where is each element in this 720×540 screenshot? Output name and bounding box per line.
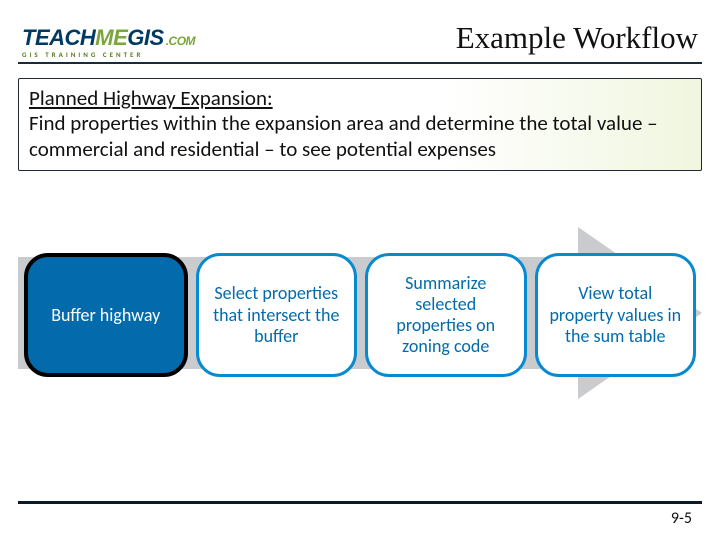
panel-body: Find properties within the expansion are…: [29, 111, 691, 162]
step-label: Select properties that intersect the buf…: [207, 283, 347, 347]
step-label: Summarize selected properties on zoning …: [376, 273, 516, 358]
logo-com: .COM: [164, 34, 195, 48]
slide-header: TEACHMEGIS.COM GIS TRAINING CENTER Examp…: [0, 0, 720, 58]
footer-divider: [18, 501, 702, 504]
panel-heading: Planned Highway Expansion:: [29, 85, 691, 111]
workflow-step: Summarize selected properties on zoning …: [365, 253, 527, 377]
workflow-diagram: Buffer highway Select properties that in…: [18, 189, 702, 469]
step-label: Buffer highway: [51, 305, 160, 326]
context-panel: Planned Highway Expansion: Find properti…: [18, 78, 702, 171]
step-label: View total property values in the sum ta…: [546, 283, 686, 347]
logo-me: ME: [95, 25, 127, 50]
logo-wordmark: TEACHMEGIS.COM: [22, 27, 195, 49]
logo-teach: TEACH: [22, 25, 95, 50]
page-number: 9-5: [671, 509, 692, 528]
header-divider: [18, 62, 702, 64]
workflow-steps: Buffer highway Select properties that in…: [24, 253, 696, 377]
logo-subtitle: GIS TRAINING CENTER: [22, 51, 195, 58]
workflow-step: Select properties that intersect the buf…: [196, 253, 358, 377]
logo: TEACHMEGIS.COM GIS TRAINING CENTER: [22, 27, 195, 58]
slide-title: Example Workflow: [456, 20, 698, 58]
workflow-step: View total property values in the sum ta…: [535, 253, 697, 377]
workflow-step-current: Buffer highway: [24, 253, 188, 377]
logo-gis: GIS: [127, 25, 163, 50]
